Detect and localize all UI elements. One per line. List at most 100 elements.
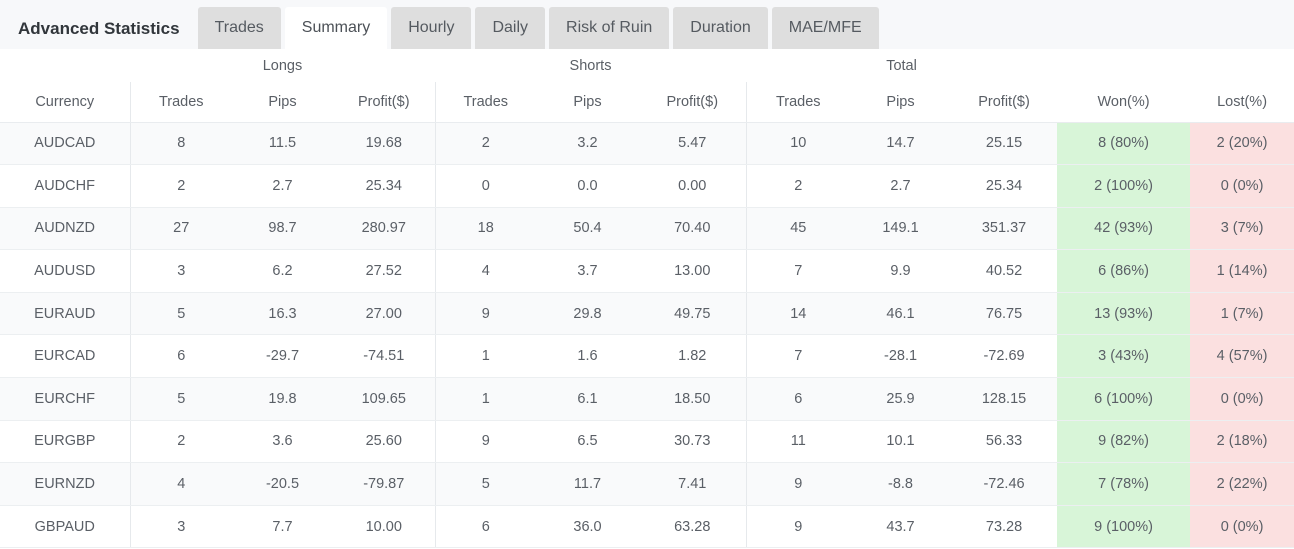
cell-total-pips: 2.7 — [850, 164, 952, 208]
cell-total-trades: 45 — [745, 207, 851, 251]
cell-total-pips: 43.7 — [850, 505, 952, 549]
cell-won: 3 (43%) — [1057, 334, 1191, 379]
cell-total-pips: 149.1 — [850, 207, 952, 251]
cell-total-pips: 25.9 — [850, 377, 952, 421]
cell-won: 2 (100%) — [1057, 164, 1191, 208]
cell-short-profit: 0.00 — [639, 164, 747, 208]
cell-currency: AUDCAD — [0, 122, 130, 166]
page-title: Advanced Statistics — [16, 7, 194, 49]
cell-short-trades: 4 — [434, 249, 536, 293]
table-row: EURGBP 2 3.6 25.60 9 6.5 30.73 11 10.1 56.33 9 (82… — [0, 420, 1294, 464]
cell-lost: 4 (57%) — [1190, 334, 1294, 379]
cell-short-pips: 0.0 — [536, 164, 639, 208]
cell-short-trades: 0 — [434, 164, 536, 208]
cell-short-pips: 3.7 — [536, 249, 639, 293]
column-header-won: Won(%) — [1057, 82, 1191, 123]
cell-long-trades: 6 — [129, 334, 232, 379]
cell-currency: GBPAUD — [0, 505, 130, 549]
tab-summary[interactable]: Summary — [284, 7, 388, 49]
cell-short-trades: 9 — [434, 420, 536, 464]
cell-total-pips: 14.7 — [850, 122, 952, 166]
tab-risk-of-ruin[interactable]: Risk of Ruin — [549, 7, 670, 49]
cell-short-pips: 36.0 — [536, 505, 639, 549]
cell-total-profit: 351.37 — [951, 207, 1058, 251]
cell-lost: 0 (0%) — [1190, 164, 1294, 208]
cell-total-trades: 10 — [745, 122, 851, 166]
column-header-long-profit: Profit($) — [333, 82, 435, 123]
cell-won: 6 (86%) — [1057, 249, 1191, 293]
cell-currency: EURCAD — [0, 334, 130, 379]
cell-lost: 2 (22%) — [1190, 462, 1294, 506]
column-header-long-pips: Pips — [232, 82, 333, 123]
column-header-total-trades: Trades — [745, 82, 851, 123]
cell-long-trades: 3 — [129, 249, 232, 293]
cell-short-profit: 63.28 — [639, 505, 747, 549]
cell-long-pips: 98.7 — [232, 207, 333, 251]
group-header-shorts: Shorts — [435, 50, 747, 82]
tab-hourly[interactable]: Hourly — [391, 7, 472, 49]
cell-short-pips: 11.7 — [536, 462, 639, 506]
cell-long-profit: 109.65 — [333, 377, 435, 421]
cell-total-trades: 14 — [745, 292, 851, 336]
cell-currency: EURNZD — [0, 462, 130, 506]
cell-won: 9 (100%) — [1057, 505, 1191, 549]
cell-short-profit: 7.41 — [639, 462, 747, 506]
cell-long-profit: 10.00 — [333, 505, 435, 549]
tab-trades[interactable]: Trades — [197, 7, 281, 49]
cell-lost: 2 (20%) — [1190, 122, 1294, 166]
cell-short-pips: 50.4 — [536, 207, 639, 251]
cell-long-pips: 3.6 — [232, 420, 333, 464]
cell-short-pips: 1.6 — [536, 334, 639, 379]
cell-short-pips: 6.5 — [536, 420, 639, 464]
group-header-lost — [1190, 50, 1294, 82]
cell-long-trades: 2 — [129, 420, 232, 464]
cell-short-trades: 1 — [434, 377, 536, 421]
tab-daily[interactable]: Daily — [475, 7, 546, 49]
table-body: AUDCAD 8 11.5 19.68 2 3.2 5.47 10 14.7 25.15 8 (80… — [0, 122, 1294, 549]
cell-short-trades: 18 — [434, 207, 536, 251]
column-header-long-trades: Trades — [129, 82, 232, 123]
cell-long-trades: 5 — [129, 377, 232, 421]
table-row: EURCAD 6 -29.7 -74.51 1 1.6 1.82 7 -28.1 -72.69 3 … — [0, 334, 1294, 379]
cell-total-profit: -72.46 — [951, 462, 1058, 506]
cell-total-profit: 25.15 — [951, 122, 1058, 166]
cell-long-trades: 3 — [129, 505, 232, 549]
cell-currency: EURGBP — [0, 420, 130, 464]
cell-short-trades: 5 — [434, 462, 536, 506]
cell-currency: AUDNZD — [0, 207, 130, 251]
cell-currency: EURCHF — [0, 377, 130, 421]
table-row: AUDNZD 27 98.7 280.97 18 50.4 70.40 45 149.1 351.… — [0, 207, 1294, 251]
column-header-short-profit: Profit($) — [639, 82, 747, 123]
column-header-total-pips: Pips — [850, 82, 952, 123]
cell-lost: 0 (0%) — [1190, 377, 1294, 421]
cell-total-profit: 73.28 — [951, 505, 1058, 549]
cell-long-pips: 19.8 — [232, 377, 333, 421]
tab-duration[interactable]: Duration — [673, 7, 768, 49]
summary-table: Longs Shorts Total Currency Trades Pips … — [0, 50, 1294, 549]
cell-long-trades: 4 — [129, 462, 232, 506]
cell-total-trades: 11 — [745, 420, 851, 464]
cell-long-profit: 27.52 — [333, 249, 435, 293]
column-header-total-profit: Profit($) — [951, 82, 1058, 123]
column-header-row: Currency Trades Pips Profit($) Trades Pi… — [0, 82, 1294, 123]
cell-long-pips: 16.3 — [232, 292, 333, 336]
cell-short-trades: 9 — [434, 292, 536, 336]
cell-long-profit: 25.34 — [333, 164, 435, 208]
cell-long-trades: 5 — [129, 292, 232, 336]
cell-currency: EURAUD — [0, 292, 130, 336]
cell-short-trades: 1 — [434, 334, 536, 379]
table-row: EURNZD 4 -20.5 -79.87 5 11.7 7.41 9 -8.8 -72.46 7 … — [0, 462, 1294, 506]
group-header-total: Total — [746, 50, 1058, 82]
table-row: AUDCAD 8 11.5 19.68 2 3.2 5.47 10 14.7 25.15 8 (80… — [0, 122, 1294, 166]
cell-long-pips: 11.5 — [232, 122, 333, 166]
cell-short-pips: 29.8 — [536, 292, 639, 336]
cell-short-profit: 70.40 — [639, 207, 747, 251]
table-row: GBPAUD 3 7.7 10.00 6 36.0 63.28 9 43.7 73.28 9 (10… — [0, 505, 1294, 549]
cell-total-pips: -8.8 — [850, 462, 952, 506]
cell-short-profit: 13.00 — [639, 249, 747, 293]
cell-total-profit: -72.69 — [951, 334, 1058, 379]
cell-long-profit: 25.60 — [333, 420, 435, 464]
cell-total-trades: 7 — [745, 249, 851, 293]
tab-mae-mfe[interactable]: MAE/MFE — [771, 7, 879, 49]
cell-lost: 3 (7%) — [1190, 207, 1294, 251]
